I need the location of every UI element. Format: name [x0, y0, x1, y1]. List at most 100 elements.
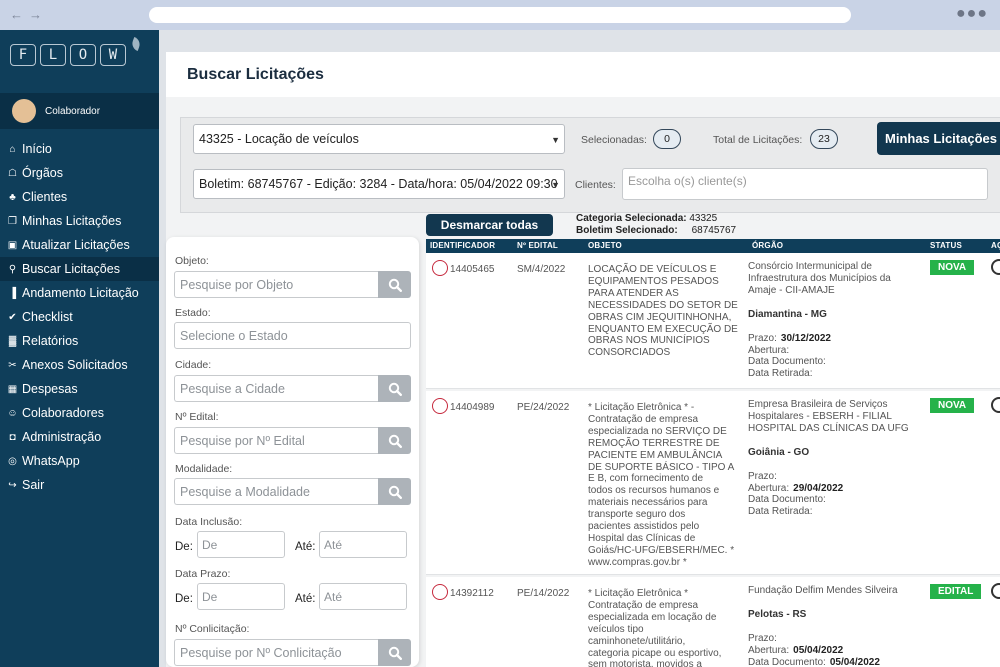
inclusao-de-input[interactable]: De — [197, 531, 285, 558]
row-edital: PE/14/2022 — [517, 588, 570, 599]
row-action-icon[interactable] — [991, 259, 1000, 275]
clientes-input[interactable]: Escolha o(s) cliente(s) — [622, 168, 988, 200]
objeto-line: todos os recursos humanos e — [588, 485, 720, 497]
sidebar-item[interactable]: ⌂ Início — [0, 137, 159, 161]
estado-select[interactable]: Selecione o Estado — [174, 322, 411, 349]
orgao-cidade: Pelotas - RS — [748, 608, 807, 620]
sidebar-item[interactable]: ▦ Despesas — [0, 377, 159, 401]
objeto-line: ENQUANTO EM EXECUÇÃO DE — [588, 323, 738, 335]
orgao-data-documento-line: Data Documento: — [748, 494, 928, 506]
user-bar[interactable]: Colaborador — [0, 93, 159, 129]
objeto-line: * Licitação Eletrônica * — [588, 588, 689, 599]
inclusao-ate-input[interactable]: Até — [319, 531, 407, 558]
table-row[interactable]: 14404989 PE/24/2022 * Licitação Eletrônica… — [426, 391, 1000, 575]
objeto-line: E B, com fornecimento de — [588, 473, 704, 485]
modalidade-search-input[interactable]: Pesquise a Modalidade — [174, 478, 378, 505]
orgao-data-retirada-line: Data Retirada: — [748, 368, 928, 380]
row-select-checkbox[interactable] — [432, 398, 448, 414]
row-action-icon[interactable] — [991, 583, 1000, 599]
objeto-line: categoria picape ou esportivo, — [588, 647, 722, 659]
orgao-abertura-line: Abertura: 29/04/2022 — [748, 483, 928, 495]
modalidade-search-button[interactable] — [378, 478, 411, 505]
flow-logo[interactable]: F L O W — [10, 36, 142, 66]
objeto-line: REMOÇÃO TERRESTRE DE — [588, 437, 720, 449]
sidebar-item-label: Buscar Licitações — [22, 262, 120, 276]
sidebar-item[interactable]: ✂ Anexos Solicitados — [0, 353, 159, 377]
browser-nav-arrows-icon[interactable]: ←→ — [10, 7, 48, 22]
user-name: Colaborador — [45, 105, 101, 117]
conlicitacao-search-button[interactable] — [378, 639, 411, 666]
sidebar-item[interactable]: ✔ Checklist — [0, 305, 159, 329]
filter-card: Objeto: Pesquise por Objeto Estado: Sele… — [166, 237, 419, 667]
browser-menu-icon[interactable]: ●●● — [956, 6, 988, 22]
col-identificador[interactable]: IDENTIFICADOR — [430, 241, 495, 250]
row-identificador: 14404989 — [450, 402, 495, 413]
abertura-label: Abertura: — [748, 482, 790, 494]
table-row[interactable]: 14392112 PE/14/2022 * Licitação Eletrônica… — [426, 577, 1000, 667]
desmarcar-todas-button[interactable]: Desmarcar todas — [426, 214, 553, 236]
categoria-info: Categoria Selecionada: 43325 — [576, 213, 718, 224]
sidebar-item[interactable]: ☺ Colaboradores — [0, 401, 159, 425]
orgao-prazo-line: Prazo: — [748, 633, 928, 645]
minhas-licitacoes-button[interactable]: Minhas Licitações — [877, 122, 1000, 155]
status-badge: NOVA — [930, 260, 975, 275]
category-select[interactable]: 43325 - Locação de veículos ▼ — [193, 124, 565, 154]
main-panel: Buscar Licitações 43325 - Locação de veí… — [166, 52, 1000, 667]
objeto-line: sem motorista, movidos a — [588, 659, 702, 667]
home-icon: ⌂ — [9, 143, 16, 155]
sidebar-item[interactable]: ❐ Minhas Licitações — [0, 209, 159, 233]
users-icon: ☺ — [7, 407, 18, 419]
prazo-value: 30/12/2022 — [780, 332, 831, 344]
conlicitacao-search-input[interactable]: Pesquise por Nº Conlicitação — [174, 639, 378, 666]
sidebar-item[interactable]: ⚲ Buscar Licitações — [0, 257, 159, 281]
edital-search-button[interactable] — [378, 427, 411, 454]
top-filter-box: 43325 - Locação de veículos ▼ Boletim: 6… — [180, 117, 1000, 213]
sidebar-item-label: Órgãos — [22, 166, 63, 180]
sidebar-item[interactable]: ♣ Clientes — [0, 185, 159, 209]
leaf-icon — [130, 36, 142, 52]
conlicitacao-label: Nº Conlicitação: — [175, 623, 250, 635]
sidebar-item-label: Sair — [22, 478, 45, 492]
row-orgao: Empresa Brasileira de Serviços Hospitalar… — [748, 399, 928, 518]
search-icon — [388, 382, 402, 396]
sidebar-item[interactable]: ◘ Administração — [0, 425, 159, 449]
col-acoes[interactable]: AÇ — [991, 241, 1000, 250]
row-orgao: Fundação Delfim Mendes Silveira Pelotas -… — [748, 585, 928, 667]
sidebar-item[interactable]: ↪ Sair — [0, 473, 159, 497]
boletim-select[interactable]: Boletim: 68745767 - Edição: 3284 - Data/… — [193, 169, 565, 199]
sidebar-menu: ⌂ Início ☖ Órgãos ♣ Clientes ❐ Minhas Licitaçõe… — [0, 137, 159, 497]
search-icon — [388, 485, 402, 499]
col-edital[interactable]: Nº EDITAL — [517, 241, 558, 250]
col-status[interactable]: STATUS — [930, 241, 962, 250]
boletim-info: Boletim Selecionado: 68745767 — [576, 225, 737, 236]
row-identificador: 14405465 — [450, 264, 495, 275]
prazo-ate-input[interactable]: Até — [319, 583, 407, 610]
sidebar-item[interactable]: ◎ WhatsApp — [0, 449, 159, 473]
orgao-abertura-line: Abertura: 05/04/2022 — [748, 645, 928, 657]
total-count: 23 — [810, 129, 838, 149]
row-action-icon[interactable] — [991, 397, 1000, 413]
row-select-checkbox[interactable] — [432, 260, 448, 276]
col-objeto[interactable]: OBJETO — [588, 241, 622, 250]
objeto-line: * Licitação Eletrônica * - — [588, 402, 695, 413]
objeto-search-button[interactable] — [378, 271, 411, 298]
edital-search-input[interactable]: Pesquise por Nº Edital — [174, 427, 378, 454]
sidebar-item[interactable]: ▣ Atualizar Licitações — [0, 233, 159, 257]
selecionadas-count: 0 — [653, 129, 681, 149]
orgao-abertura-line: Abertura: — [748, 345, 928, 357]
col-orgao[interactable]: ÓRGÃO — [752, 241, 783, 250]
sidebar-item[interactable]: ▓ Relatórios — [0, 329, 159, 353]
address-bar[interactable] — [149, 7, 851, 23]
objeto-search-input[interactable]: Pesquise por Objeto — [174, 271, 378, 298]
prazo-de-input[interactable]: De — [197, 583, 285, 610]
objeto-line: LOCAÇÃO DE VEÍCULOS E — [588, 264, 717, 275]
sidebar-item[interactable]: ▐ Andamento Licitação — [0, 281, 159, 305]
orgao-line: Hospitalares - EBSERH - FILIAL — [748, 410, 892, 422]
cidade-search-input[interactable]: Pesquise a Cidade — [174, 375, 378, 402]
objeto-line: Contratação de empresa — [588, 413, 699, 425]
cidade-search-button[interactable] — [378, 375, 411, 402]
calculator-icon: ▦ — [7, 383, 18, 395]
sidebar-item[interactable]: ☖ Órgãos — [0, 161, 159, 185]
table-row[interactable]: 14405465 SM/4/2022 LOCAÇÃO DE VEÍCULOS E EQ… — [426, 253, 1000, 389]
row-select-checkbox[interactable] — [432, 584, 448, 600]
